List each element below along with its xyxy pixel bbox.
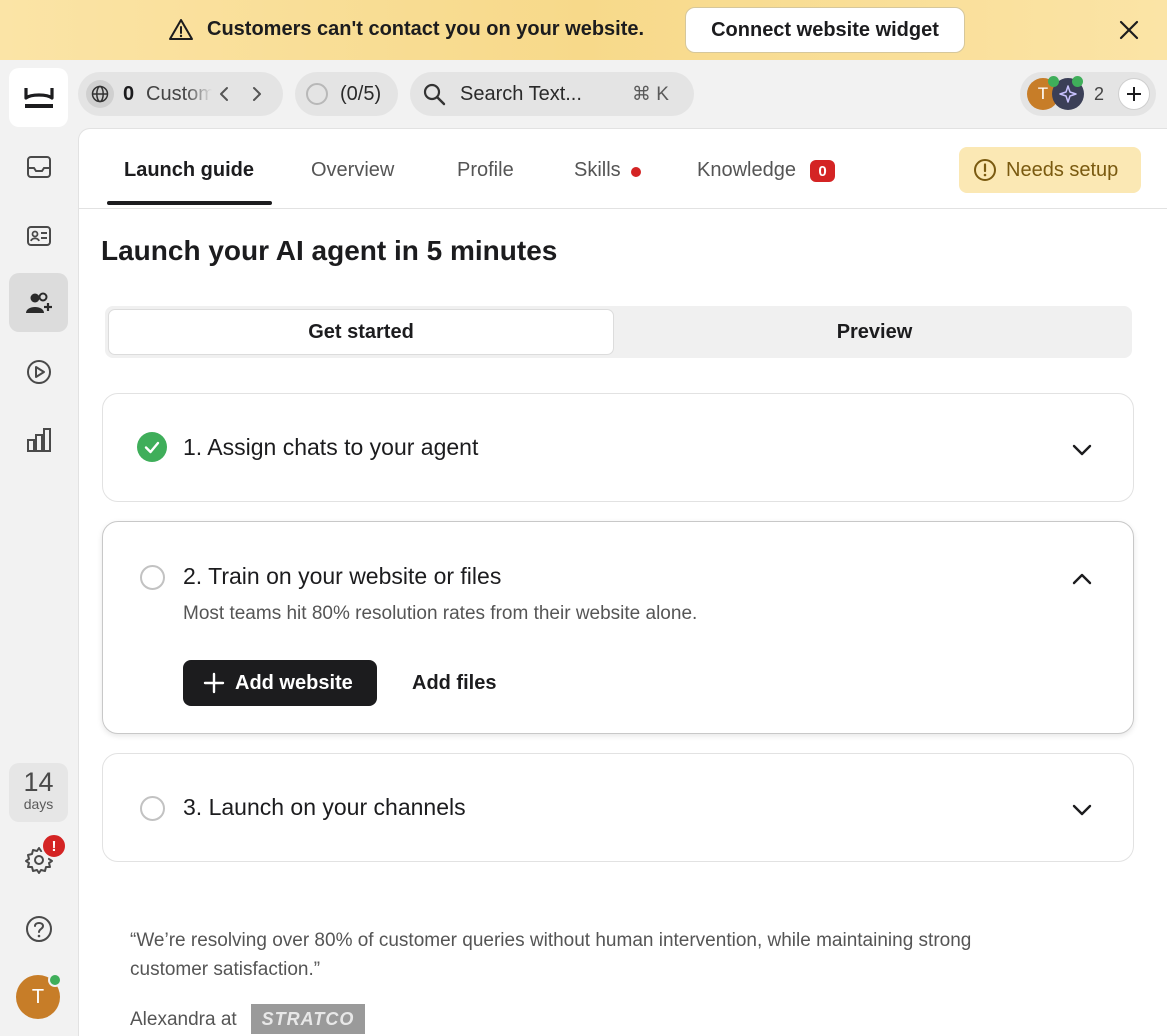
team-switcher[interactable]: T 2	[1020, 72, 1156, 116]
step-title: 3. Launch on your channels	[183, 794, 466, 820]
tab-knowledge[interactable]: Knowledge	[697, 159, 796, 182]
knowledge-count-badge: 0	[810, 160, 835, 182]
app-logo[interactable]	[9, 68, 68, 127]
step-launch-channels[interactable]: 3. Launch on your channels	[102, 753, 1134, 862]
check-circle-icon	[137, 432, 167, 462]
tab-skills[interactable]: Skills	[574, 159, 621, 182]
search-placeholder: Search Text...	[460, 83, 582, 105]
settings-alert-badge: !	[41, 833, 67, 859]
plus-icon	[203, 672, 225, 694]
chevron-up-icon[interactable]	[1069, 566, 1095, 592]
chevron-down-icon[interactable]	[1069, 437, 1095, 463]
alert-circle-icon	[974, 159, 996, 181]
play-circle-icon	[26, 359, 51, 384]
nav-agents[interactable]	[9, 273, 68, 332]
banner-message: Customers can't contact you on your webs…	[207, 18, 645, 40]
customer-pager[interactable]: 0 Customers	[78, 72, 283, 116]
bar-chart-icon	[26, 427, 51, 452]
user-initial: T	[31, 985, 45, 1008]
trial-days-number: 14	[23, 767, 54, 797]
segmented-control: Get started Preview	[105, 306, 1132, 358]
customer-count: 0	[123, 83, 135, 105]
progress-label: (0/5)	[340, 83, 382, 105]
nav-contacts[interactable]	[9, 206, 68, 265]
team-avatar-initial: T	[1037, 84, 1049, 103]
trial-counter[interactable]: 14 days	[9, 763, 68, 822]
nav-inbox[interactable]	[9, 137, 68, 196]
page-title: Launch your AI agent in 5 minutes	[101, 235, 558, 266]
help-icon	[25, 915, 52, 942]
add-files-button[interactable]: Add files	[412, 672, 496, 695]
tab-profile[interactable]: Profile	[457, 159, 514, 182]
tab-overview[interactable]: Overview	[311, 159, 394, 182]
warning-icon	[169, 19, 193, 40]
sparkle-icon	[1059, 85, 1077, 103]
tab-launch-guide[interactable]: Launch guide	[124, 159, 254, 182]
contact-card-icon	[26, 225, 51, 246]
user-avatar[interactable]: T	[16, 973, 62, 1019]
search-input[interactable]: Search Text... ⌘ K	[410, 72, 694, 116]
tab-bar: Launch guide Overview Profile Skills Kno…	[79, 129, 1167, 209]
users-plus-icon	[25, 292, 52, 313]
step-train-knowledge: 2. Train on your website or files Most t…	[102, 521, 1134, 734]
step-description: Most teams hit 80% resolution rates from…	[183, 603, 698, 624]
customer-label: Customers	[146, 83, 212, 105]
close-icon[interactable]	[1117, 18, 1141, 42]
skills-alert-dot	[631, 167, 641, 177]
segment-get-started[interactable]: Get started	[108, 309, 614, 355]
chevron-left-icon[interactable]	[215, 84, 235, 104]
online-status-dot	[1048, 76, 1059, 87]
step-assign-chats[interactable]: 1. Assign chats to your agent	[102, 393, 1134, 502]
online-status-dot	[1072, 76, 1083, 87]
connect-widget-button[interactable]: Connect website widget	[685, 7, 965, 53]
setup-progress[interactable]: (0/5)	[295, 72, 398, 116]
warning-banner: Customers can't contact you on your webs…	[0, 0, 1167, 60]
status-badge[interactable]: Needs setup	[959, 147, 1141, 193]
add-website-label: Add website	[235, 672, 353, 694]
progress-circle-icon	[306, 83, 328, 105]
segment-preview[interactable]: Preview	[620, 309, 1129, 355]
trial-days-unit: days	[23, 796, 54, 812]
status-label: Needs setup	[1006, 159, 1119, 181]
inbox-icon	[26, 155, 51, 178]
search-shortcut: ⌘ K	[632, 84, 669, 105]
company-logo: STRATCO	[251, 1004, 365, 1034]
globe-icon	[86, 80, 114, 108]
testimonial-attribution: Alexandra at	[130, 1009, 237, 1030]
plus-icon	[1127, 87, 1141, 101]
empty-circle-icon	[140, 565, 165, 590]
team-count: 2	[1094, 84, 1105, 104]
sidebar: 14 days ! T	[0, 60, 78, 1036]
chevron-down-icon[interactable]	[1069, 797, 1095, 823]
main-panel: Launch guide Overview Profile Skills Kno…	[78, 128, 1167, 1036]
nav-help[interactable]	[9, 899, 68, 958]
online-status-dot	[48, 973, 62, 987]
testimonial-quote: “We’re resolving over 80% of customer qu…	[130, 930, 972, 980]
search-icon	[423, 83, 446, 106]
logo-icon	[23, 87, 54, 108]
step-title: 2. Train on your website or files	[183, 563, 502, 589]
chevron-right-icon[interactable]	[246, 84, 266, 104]
active-tab-indicator	[107, 201, 272, 205]
nav-playback[interactable]	[9, 342, 68, 401]
step-title: 1. Assign chats to your agent	[183, 434, 479, 460]
add-teammate-button[interactable]	[1118, 78, 1150, 110]
add-website-button[interactable]: Add website	[183, 660, 377, 706]
nav-reports[interactable]	[9, 410, 68, 469]
empty-circle-icon	[140, 796, 165, 821]
